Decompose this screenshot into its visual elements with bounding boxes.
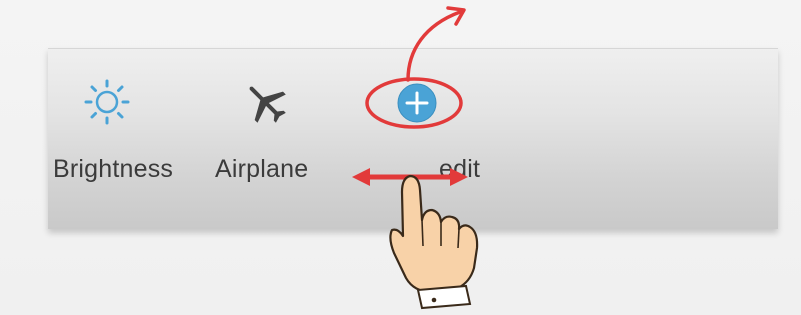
quick-settings-panel: Brightness Airplane edit	[48, 48, 778, 229]
plus-circle-icon	[397, 83, 437, 123]
tile-brightness[interactable]: Brightness	[48, 49, 188, 229]
curved-arrow-head	[446, 6, 466, 26]
screenshot: Brightness Airplane edit	[0, 0, 801, 315]
tile-edit[interactable]: edit	[353, 49, 493, 229]
airplane-icon	[249, 86, 286, 123]
tile-label-brightness: Brightness	[53, 155, 174, 183]
sun-icon	[84, 79, 130, 125]
tile-label-airplane: Airplane	[215, 155, 309, 183]
tile-label-edit: edit	[439, 155, 481, 183]
tile-airplane[interactable]: Airplane	[208, 49, 348, 229]
